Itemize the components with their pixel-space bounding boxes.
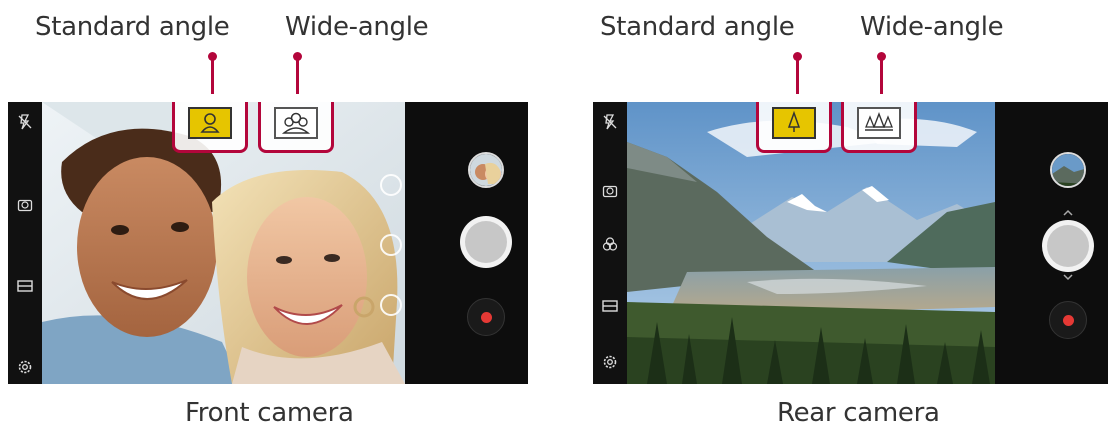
switch-camera-icon[interactable]: [602, 183, 618, 199]
callout-dot: [793, 52, 802, 61]
single-tree-icon: [787, 110, 801, 132]
portrait-person-icon: [200, 113, 220, 133]
rear-camera-caption: Rear camera: [777, 398, 940, 428]
record-dot: [481, 312, 492, 323]
callout-line-wide-front: [293, 52, 302, 94]
group-people-icon: [281, 112, 311, 134]
right-control-bar: [995, 102, 1108, 384]
callout-dot: [877, 52, 886, 61]
record-video-button[interactable]: [467, 298, 505, 336]
standard-angle-button-front[interactable]: [172, 102, 248, 153]
wide-angle-button-front[interactable]: [258, 102, 334, 153]
front-camera-caption: Front camera: [185, 398, 354, 428]
standard-angle-frame: [772, 107, 816, 139]
filter-icon[interactable]: [602, 236, 618, 252]
shutter-inner: [465, 221, 507, 263]
flash-off-icon[interactable]: [17, 114, 33, 130]
standard-angle-label-front: Standard angle: [35, 12, 230, 42]
rear-camera-screen: [593, 102, 1108, 384]
right-control-bar: [405, 102, 528, 384]
switch-camera-icon[interactable]: [17, 197, 33, 213]
multiple-trees-icon: [865, 112, 893, 131]
shutter-button[interactable]: [1042, 220, 1094, 272]
filter-icon[interactable]: [380, 174, 402, 196]
wide-angle-label-rear: Wide-angle: [860, 12, 1004, 42]
front-camera-screen: [8, 102, 528, 384]
standard-angle-frame: [188, 107, 232, 139]
aspect-ratio-icon[interactable]: [602, 298, 618, 314]
gallery-thumbnail[interactable]: [1050, 152, 1086, 188]
record-dot: [1063, 315, 1074, 326]
shutter-button[interactable]: [460, 216, 512, 268]
wide-angle-label-front: Wide-angle: [285, 12, 429, 42]
record-video-button[interactable]: [1049, 301, 1087, 339]
chevron-down-icon[interactable]: [1062, 274, 1074, 282]
left-toolbar: [8, 102, 42, 384]
chevron-up-icon[interactable]: [1062, 208, 1074, 216]
settings-icon[interactable]: [17, 359, 33, 375]
settings-icon[interactable]: [602, 354, 618, 370]
callout-line-wide-rear: [877, 52, 886, 94]
callout-line-standard-front: [208, 52, 217, 94]
wide-angle-frame: [274, 107, 318, 139]
gallery-thumbnail[interactable]: [468, 152, 504, 188]
standard-angle-label-rear: Standard angle: [600, 12, 795, 42]
shutter-inner: [1047, 225, 1089, 267]
callout-dot: [293, 52, 302, 61]
wide-angle-button-rear[interactable]: [841, 102, 917, 153]
flash-off-icon[interactable]: [602, 114, 618, 130]
timer-icon[interactable]: [380, 294, 402, 316]
beauty-icon[interactable]: [380, 234, 402, 256]
aspect-ratio-icon[interactable]: [17, 278, 33, 294]
wide-angle-frame: [857, 107, 901, 139]
standard-angle-button-rear[interactable]: [756, 102, 832, 153]
left-toolbar: [593, 102, 627, 384]
callout-dot: [208, 52, 217, 61]
callout-line-standard-rear: [793, 52, 802, 94]
